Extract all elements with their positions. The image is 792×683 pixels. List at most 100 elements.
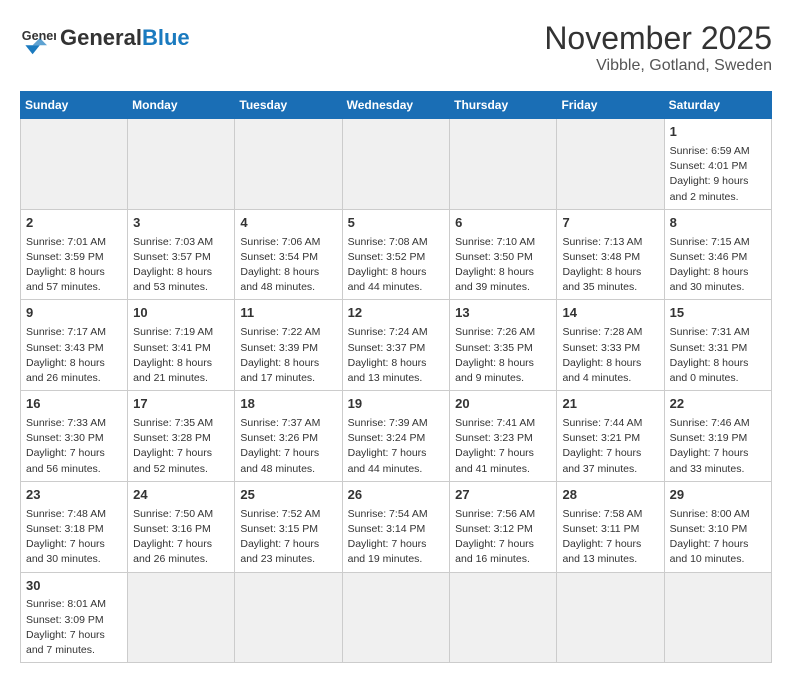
calendar-cell [557, 572, 664, 663]
calendar-week-4: 23 Sunrise: 7:48 AM Sunset: 3:18 PM Dayli… [21, 481, 772, 572]
day-number: 24 [133, 486, 229, 505]
day-number: 16 [26, 395, 122, 414]
calendar-cell [235, 572, 342, 663]
calendar-cell: 20Sunrise: 7:41 AM Sunset: 3:23 PM Dayli… [450, 391, 557, 482]
day-number: 7 [562, 214, 658, 233]
day-number: 27 [455, 486, 551, 505]
day-info: Sunrise: 6:59 AM Sunset: 4:01 PM Dayligh… [670, 144, 766, 205]
day-info: Sunrise: 7:03 AM Sunset: 3:57 PM Dayligh… [133, 235, 229, 296]
calendar-cell: 28 Sunrise: 7:58 AM Sunset: 3:11 PM Dayli… [557, 481, 664, 572]
logo-icon: General [20, 20, 56, 56]
day-number: 28 [562, 486, 658, 505]
day-number: 23 [26, 486, 122, 505]
day-info: Sunrise: 7:01 AM Sunset: 3:59 PM Dayligh… [26, 235, 122, 296]
calendar-header-row: SundayMondayTuesdayWednesdayThursdayFrid… [21, 92, 772, 119]
calendar-cell: 8 Sunrise: 7:15 AM Sunset: 3:46 PM Daylig… [664, 209, 771, 300]
col-header-wednesday: Wednesday [342, 92, 450, 119]
day-info: Sunrise: 7:15 AM Sunset: 3:46 PM Dayligh… [670, 235, 766, 296]
header: General GeneralBlue November 2025 Vibble… [20, 20, 772, 75]
day-info: Sunrise: 8:01 AM Sunset: 3:09 PM Dayligh… [26, 597, 122, 658]
day-info: Sunrise: 7:33 AM Sunset: 3:30 PM Dayligh… [26, 416, 122, 477]
day-number: 30 [26, 577, 122, 596]
day-number: 11 [240, 304, 336, 323]
day-info: Sunrise: 7:56 AM Sunset: 3:12 PM Dayligh… [455, 507, 551, 568]
day-info: Sunrise: 7:08 AM Sunset: 3:52 PM Dayligh… [348, 235, 445, 296]
day-number: 3 [133, 214, 229, 233]
logo-text: GeneralBlue [60, 27, 190, 49]
calendar-week-0: 1 Sunrise: 6:59 AM Sunset: 4:01 PM Daylig… [21, 119, 772, 210]
day-info: Sunrise: 7:19 AM Sunset: 3:41 PM Dayligh… [133, 325, 229, 386]
day-number: 8 [670, 214, 766, 233]
day-number: 20 [455, 395, 551, 414]
calendar-cell [128, 572, 235, 663]
calendar-cell: 7 Sunrise: 7:13 AM Sunset: 3:48 PM Daylig… [557, 209, 664, 300]
day-info: Sunrise: 7:50 AM Sunset: 3:16 PM Dayligh… [133, 507, 229, 568]
day-info: Sunrise: 7:54 AM Sunset: 3:14 PM Dayligh… [348, 507, 445, 568]
calendar-cell [664, 572, 771, 663]
calendar-cell: 14Sunrise: 7:28 AM Sunset: 3:33 PM Dayli… [557, 300, 664, 391]
calendar-cell: 23 Sunrise: 7:48 AM Sunset: 3:18 PM Dayli… [21, 481, 128, 572]
calendar-cell: 12 Sunrise: 7:24 AM Sunset: 3:37 PM Dayli… [342, 300, 450, 391]
day-number: 10 [133, 304, 229, 323]
calendar-week-3: 16 Sunrise: 7:33 AM Sunset: 3:30 PM Dayli… [21, 391, 772, 482]
day-info: Sunrise: 7:22 AM Sunset: 3:39 PM Dayligh… [240, 325, 336, 386]
calendar-cell: 27 Sunrise: 7:56 AM Sunset: 3:12 PM Dayli… [450, 481, 557, 572]
day-info: Sunrise: 7:48 AM Sunset: 3:18 PM Dayligh… [26, 507, 122, 568]
calendar-cell: 4Sunrise: 7:06 AM Sunset: 3:54 PM Daylig… [235, 209, 342, 300]
day-info: Sunrise: 7:52 AM Sunset: 3:15 PM Dayligh… [240, 507, 336, 568]
calendar-cell: 10 Sunrise: 7:19 AM Sunset: 3:41 PM Dayli… [128, 300, 235, 391]
day-number: 17 [133, 395, 229, 414]
title-block: November 2025 Vibble, Gotland, Sweden [544, 20, 772, 75]
calendar-cell: 9 Sunrise: 7:17 AM Sunset: 3:43 PM Daylig… [21, 300, 128, 391]
day-info: Sunrise: 7:13 AM Sunset: 3:48 PM Dayligh… [562, 235, 658, 296]
day-info: Sunrise: 7:46 AM Sunset: 3:19 PM Dayligh… [670, 416, 766, 477]
calendar-cell: 11 Sunrise: 7:22 AM Sunset: 3:39 PM Dayli… [235, 300, 342, 391]
col-header-tuesday: Tuesday [235, 92, 342, 119]
calendar-cell: 15Sunrise: 7:31 AM Sunset: 3:31 PM Dayli… [664, 300, 771, 391]
day-number: 14 [562, 304, 658, 323]
calendar-cell [450, 119, 557, 210]
day-number: 21 [562, 395, 658, 414]
day-info: Sunrise: 7:39 AM Sunset: 3:24 PM Dayligh… [348, 416, 445, 477]
day-number: 25 [240, 486, 336, 505]
day-info: Sunrise: 7:17 AM Sunset: 3:43 PM Dayligh… [26, 325, 122, 386]
calendar-cell: 2 Sunrise: 7:01 AM Sunset: 3:59 PM Daylig… [21, 209, 128, 300]
month-title: November 2025 [544, 20, 772, 57]
day-number: 6 [455, 214, 551, 233]
calendar-cell: 13Sunrise: 7:26 AM Sunset: 3:35 PM Dayli… [450, 300, 557, 391]
day-number: 13 [455, 304, 551, 323]
day-info: Sunrise: 7:10 AM Sunset: 3:50 PM Dayligh… [455, 235, 551, 296]
day-number: 9 [26, 304, 122, 323]
calendar-cell [557, 119, 664, 210]
col-header-friday: Friday [557, 92, 664, 119]
col-header-saturday: Saturday [664, 92, 771, 119]
calendar-cell: 17 Sunrise: 7:35 AM Sunset: 3:28 PM Dayli… [128, 391, 235, 482]
calendar-cell: 19 Sunrise: 7:39 AM Sunset: 3:24 PM Dayli… [342, 391, 450, 482]
calendar: SundayMondayTuesdayWednesdayThursdayFrid… [20, 91, 772, 663]
day-info: Sunrise: 8:00 AM Sunset: 3:10 PM Dayligh… [670, 507, 766, 568]
day-number: 29 [670, 486, 766, 505]
day-number: 2 [26, 214, 122, 233]
calendar-cell [21, 119, 128, 210]
subtitle: Vibble, Gotland, Sweden [544, 57, 772, 75]
calendar-week-5: 30Sunrise: 8:01 AM Sunset: 3:09 PM Dayli… [21, 572, 772, 663]
day-number: 5 [348, 214, 445, 233]
day-number: 4 [240, 214, 336, 233]
day-number: 1 [670, 123, 766, 142]
calendar-cell: 6 Sunrise: 7:10 AM Sunset: 3:50 PM Daylig… [450, 209, 557, 300]
day-number: 19 [348, 395, 445, 414]
day-info: Sunrise: 7:58 AM Sunset: 3:11 PM Dayligh… [562, 507, 658, 568]
day-number: 12 [348, 304, 445, 323]
calendar-cell: 24 Sunrise: 7:50 AM Sunset: 3:16 PM Dayli… [128, 481, 235, 572]
day-number: 18 [240, 395, 336, 414]
calendar-cell: 21Sunrise: 7:44 AM Sunset: 3:21 PM Dayli… [557, 391, 664, 482]
day-info: Sunrise: 7:35 AM Sunset: 3:28 PM Dayligh… [133, 416, 229, 477]
day-info: Sunrise: 7:37 AM Sunset: 3:26 PM Dayligh… [240, 416, 336, 477]
calendar-cell: 29 Sunrise: 8:00 AM Sunset: 3:10 PM Dayli… [664, 481, 771, 572]
day-number: 26 [348, 486, 445, 505]
day-info: Sunrise: 7:24 AM Sunset: 3:37 PM Dayligh… [348, 325, 445, 386]
logo: General GeneralBlue [20, 20, 190, 56]
calendar-cell: 5 Sunrise: 7:08 AM Sunset: 3:52 PM Daylig… [342, 209, 450, 300]
calendar-cell: 18 Sunrise: 7:37 AM Sunset: 3:26 PM Dayli… [235, 391, 342, 482]
calendar-cell [128, 119, 235, 210]
